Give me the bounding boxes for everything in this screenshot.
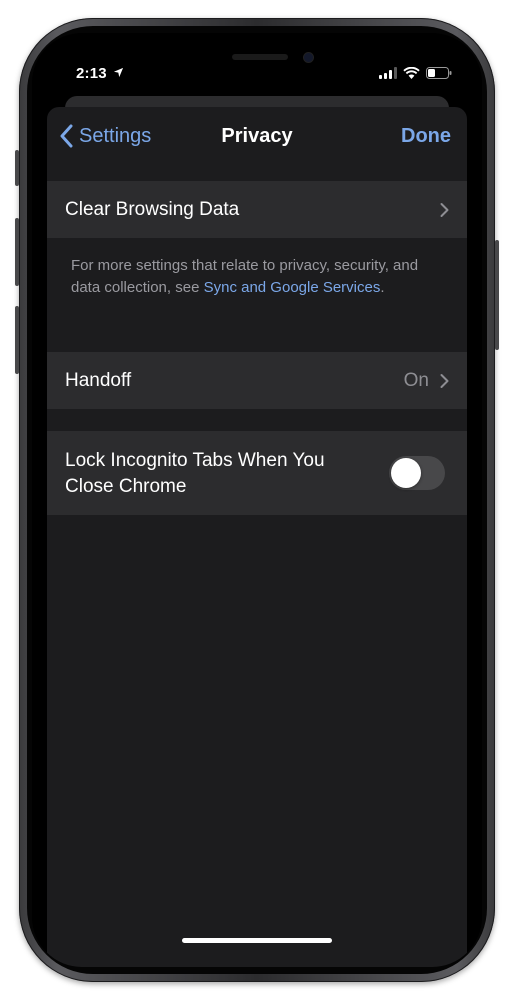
- handoff-value: On: [403, 370, 429, 391]
- sync-and-google-services-link[interactable]: Sync and Google Services: [204, 279, 381, 296]
- earpiece-speaker: [232, 54, 288, 60]
- wifi-icon: [403, 67, 420, 79]
- lock-incognito-tabs-row: Lock Incognito Tabs When You Close Chrom…: [47, 431, 467, 515]
- chevron-right-icon: [440, 373, 449, 388]
- handoff-row[interactable]: Handoff On: [47, 352, 467, 409]
- cellular-signal-icon: [379, 67, 397, 79]
- lock-incognito-tabs-label: Lock Incognito Tabs When You Close Chrom…: [65, 450, 325, 497]
- volume-up-button: [15, 218, 19, 286]
- battery-icon: [426, 67, 452, 79]
- footnote-suffix: .: [380, 279, 385, 296]
- done-button[interactable]: Done: [401, 125, 451, 148]
- home-indicator[interactable]: [182, 938, 332, 943]
- privacy-footnote: For more settings that relate to privacy…: [71, 255, 449, 299]
- status-time-text: 2:13: [76, 65, 107, 82]
- location-arrow-icon: [114, 67, 124, 78]
- chevron-right-icon: [440, 202, 449, 217]
- privacy-sheet: Settings Privacy Done Clear Browsing Dat…: [47, 107, 467, 967]
- clear-browsing-data-label: Clear Browsing Data: [65, 199, 240, 220]
- status-bar-time: 2:13: [76, 65, 124, 82]
- front-camera: [304, 53, 313, 62]
- status-bar-indicators: [379, 67, 452, 79]
- volume-down-button: [15, 306, 19, 374]
- handoff-label: Handoff: [65, 370, 132, 391]
- lock-incognito-tabs-toggle[interactable]: [389, 456, 445, 490]
- toggle-knob: [391, 458, 421, 488]
- navigation-bar: Settings Privacy Done: [47, 107, 467, 169]
- screen: 2:13 Settings Privacy Done Clear Browsin…: [32, 33, 482, 967]
- mute-switch: [15, 150, 19, 186]
- power-button: [495, 240, 499, 350]
- clear-browsing-data-row[interactable]: Clear Browsing Data: [47, 181, 467, 238]
